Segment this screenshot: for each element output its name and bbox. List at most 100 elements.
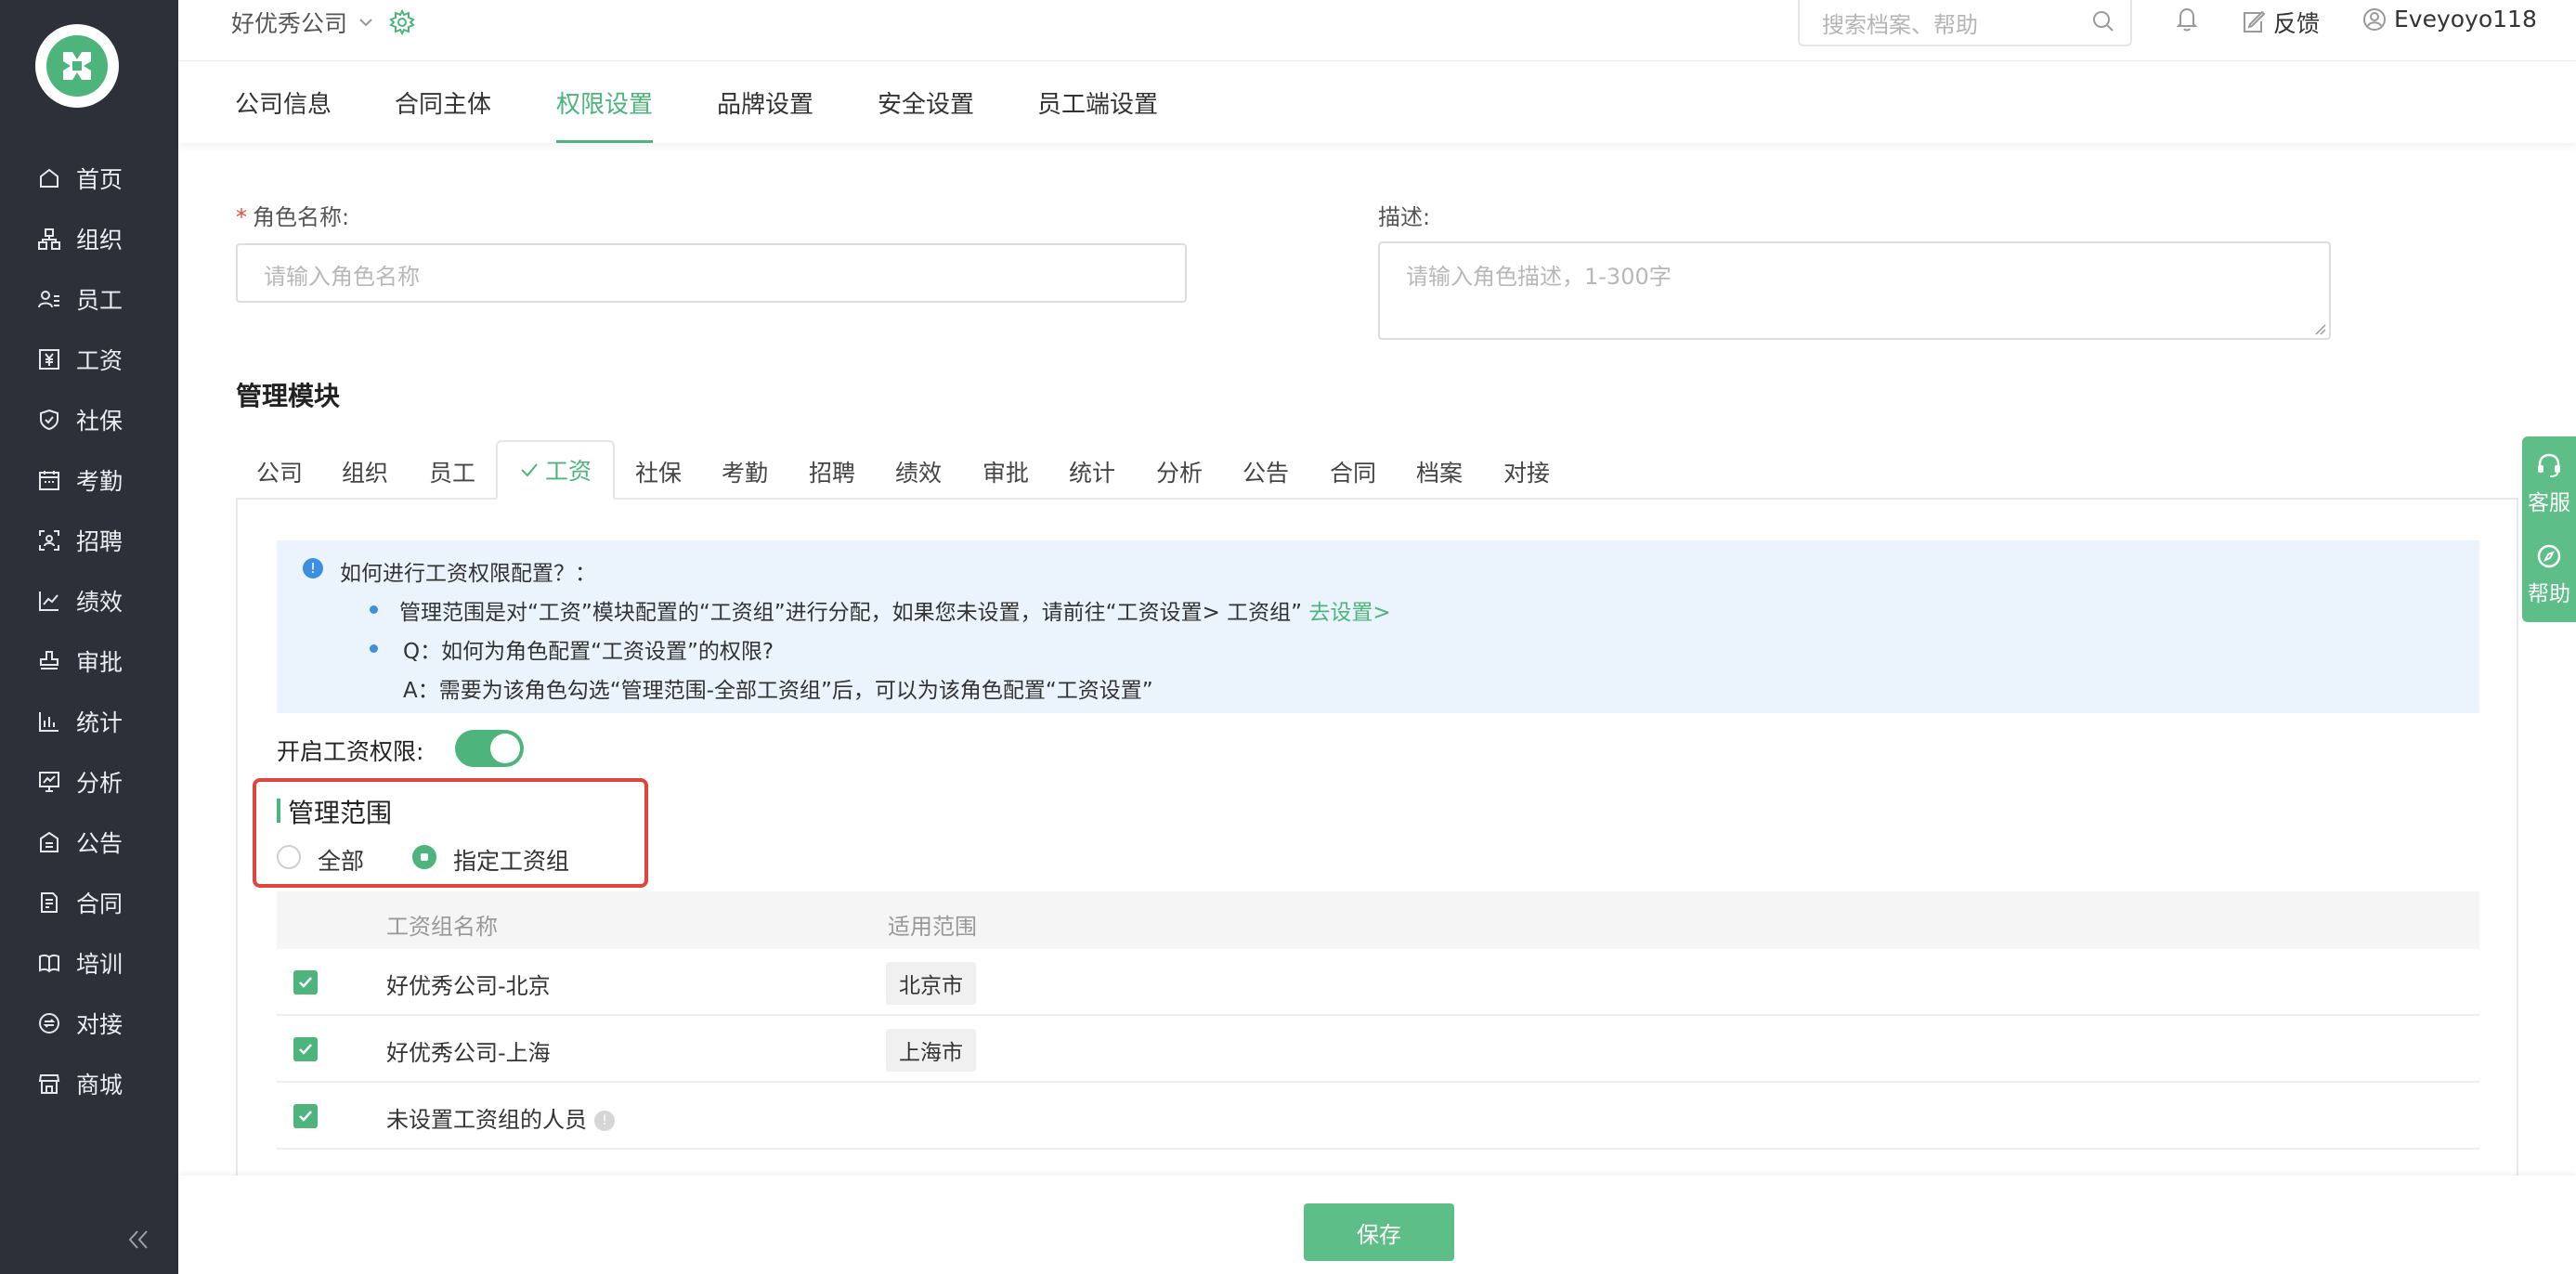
row-name: 未设置工资组的人员 xyxy=(386,1107,587,1133)
info-line-1-text: 管理范围是对“工资”模块配置的“工资组”进行分配，如果您未设置，请前往“工资设置… xyxy=(399,601,1303,625)
row-name: 好优秀公司-上海 xyxy=(386,1040,551,1066)
table-row[interactable]: 好优秀公司-北京 北京市 xyxy=(277,949,2479,1016)
customer-service-label: 客服 xyxy=(2528,491,2570,515)
module-tab-stats[interactable]: 统计 xyxy=(1069,455,1115,488)
contract-icon xyxy=(37,890,61,915)
tab-permissions[interactable]: 权限设置 xyxy=(556,85,654,143)
sidebar-item-announcement[interactable]: 公告 xyxy=(37,824,123,861)
sidebar-item-stats[interactable]: 统计 xyxy=(37,703,123,740)
sidebar-item-label: 分析 xyxy=(76,770,124,797)
module-tab-analysis[interactable]: 分析 xyxy=(1156,455,1203,488)
feedback-button[interactable]: 反馈 xyxy=(2242,6,2320,39)
module-tab-announcement[interactable]: 公告 xyxy=(1242,455,1289,488)
salary-permission-label: 开启工资权限: xyxy=(277,738,424,765)
customer-service-button[interactable]: 客服 xyxy=(2522,451,2576,516)
scope-tag: 上海市 xyxy=(886,1029,976,1072)
info-line-3: A：需要为该角色勾选“管理范围-全部工资组”后，可以为该角色配置“工资设置” xyxy=(403,679,1153,703)
sidebar-item-analysis[interactable]: 分析 xyxy=(37,763,123,800)
sidebar-item-label: 审批 xyxy=(76,649,124,676)
user-menu[interactable]: Eveyoyo118 xyxy=(2362,6,2537,32)
table-row[interactable]: 好优秀公司-上海 上海市 xyxy=(277,1016,2479,1083)
company-logo[interactable] xyxy=(35,24,119,108)
sidebar-item-home[interactable]: 首页 xyxy=(37,160,123,197)
module-tab-integration[interactable]: 对接 xyxy=(1503,455,1550,488)
module-tab-company[interactable]: 公司 xyxy=(256,455,303,488)
info-icon: ! xyxy=(303,558,323,578)
module-tab-salary[interactable]: 工资 xyxy=(496,440,615,500)
settings-tabs: 公司信息 合同主体 权限设置 品牌设置 安全设置 员工端设置 xyxy=(178,61,2576,143)
bell-icon[interactable] xyxy=(2175,6,2199,33)
tab-security[interactable]: 安全设置 xyxy=(878,85,974,143)
org-icon xyxy=(37,227,61,251)
radio-specific-label[interactable]: 指定工资组 xyxy=(453,843,569,877)
search-input[interactable]: 搜索档案、帮助 xyxy=(1798,0,2132,46)
go-settings-link[interactable]: 去设置> xyxy=(1308,601,1390,625)
sidebar-item-label: 社保 xyxy=(76,408,124,435)
module-tab-employee[interactable]: 员工 xyxy=(429,455,475,488)
compass-icon xyxy=(2522,542,2576,576)
save-button[interactable]: 保存 xyxy=(1304,1203,1454,1261)
module-tab-archive[interactable]: 档案 xyxy=(1416,455,1463,488)
radio-all[interactable] xyxy=(277,845,301,869)
resize-handle-icon[interactable] xyxy=(2312,321,2327,336)
user-icon xyxy=(2362,7,2387,32)
sidebar-item-label: 考勤 xyxy=(76,468,124,495)
tab-brand[interactable]: 品牌设置 xyxy=(717,85,813,143)
description-textarea[interactable]: 请输入角色描述，1-300字 xyxy=(1378,241,2331,340)
description-placeholder: 请输入角色描述，1-300字 xyxy=(1406,264,1672,290)
feedback-label: 反馈 xyxy=(2273,10,2321,37)
sidebar-item-label: 培训 xyxy=(76,951,124,978)
radio-specific[interactable] xyxy=(412,845,436,869)
sidebar-item-training[interactable]: 培训 xyxy=(37,944,123,982)
description-label: 描述: xyxy=(1378,204,1431,230)
info-line-2: Q：如何为角色配置“工资设置”的权限? xyxy=(403,640,774,664)
sidebar-item-attendance[interactable]: 考勤 xyxy=(37,462,123,499)
sidebar-item-contract[interactable]: 合同 xyxy=(37,884,123,921)
module-tab-org[interactable]: 组织 xyxy=(342,455,388,488)
sidebar-item-approval[interactable]: 审批 xyxy=(37,643,123,680)
gear-icon[interactable] xyxy=(388,8,416,36)
role-name-placeholder: 请输入角色名称 xyxy=(264,264,420,290)
table-row[interactable]: 未设置工资组的人员! xyxy=(277,1083,2479,1150)
row-checkbox[interactable] xyxy=(293,1104,318,1128)
analysis-icon xyxy=(37,770,61,794)
info-title: 如何进行工资权限配置？： xyxy=(340,562,596,586)
recruit-icon xyxy=(37,528,61,552)
help-button[interactable]: 帮助 xyxy=(2522,542,2576,607)
tab-contract-entity[interactable]: 合同主体 xyxy=(395,85,491,143)
row-checkbox[interactable] xyxy=(293,1037,318,1061)
module-tab-recruit[interactable]: 招聘 xyxy=(809,455,855,488)
chevron-down-icon xyxy=(357,13,375,32)
info-tooltip-icon[interactable]: ! xyxy=(594,1111,615,1131)
sidebar-item-performance[interactable]: 绩效 xyxy=(37,582,123,619)
sidebar-item-recruit[interactable]: 招聘 xyxy=(37,522,123,559)
sidebar-item-integration[interactable]: 对接 xyxy=(37,1005,123,1042)
row-checkbox[interactable] xyxy=(293,970,318,994)
radio-all-label[interactable]: 全部 xyxy=(318,843,364,877)
search-icon[interactable] xyxy=(2091,9,2115,39)
company-switcher[interactable]: 好优秀公司 xyxy=(231,6,416,39)
sidebar-item-employee[interactable]: 员工 xyxy=(37,280,123,318)
sidebar-item-social-security[interactable]: 社保 xyxy=(37,401,123,438)
performance-icon xyxy=(37,589,61,613)
sidebar-item-store[interactable]: 商城 xyxy=(37,1065,123,1102)
module-tab-attendance[interactable]: 考勤 xyxy=(722,455,768,488)
attendance-icon xyxy=(37,468,61,492)
sidebar-item-org[interactable]: 组织 xyxy=(37,220,123,257)
scope-tag: 北京市 xyxy=(886,962,976,1005)
tab-company-info[interactable]: 公司信息 xyxy=(235,85,332,143)
collapse-sidebar-icon[interactable] xyxy=(124,1226,152,1254)
bullet xyxy=(370,644,378,653)
module-tab-social[interactable]: 社保 xyxy=(635,455,682,488)
sidebar-item-salary[interactable]: 工资 xyxy=(37,341,123,378)
headset-icon xyxy=(2522,451,2576,485)
module-tab-contract[interactable]: 合同 xyxy=(1330,455,1376,488)
module-tab-approval[interactable]: 审批 xyxy=(982,455,1029,488)
approval-icon xyxy=(37,649,61,673)
tab-employee-portal[interactable]: 员工端设置 xyxy=(1037,85,1158,143)
search-placeholder: 搜索档案、帮助 xyxy=(1822,11,1978,38)
module-tab-performance[interactable]: 绩效 xyxy=(895,455,942,488)
module-section-title: 管理模块 xyxy=(236,381,341,411)
role-name-input[interactable]: 请输入角色名称 xyxy=(236,243,1187,303)
salary-permission-toggle[interactable] xyxy=(455,730,524,767)
